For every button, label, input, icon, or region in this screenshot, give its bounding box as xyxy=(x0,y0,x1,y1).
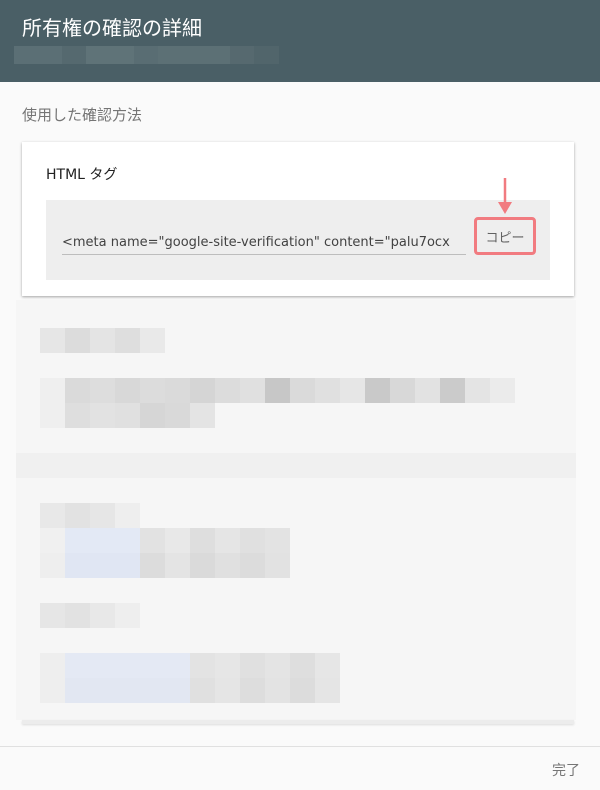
card-bottom-edge xyxy=(22,720,574,724)
done-button[interactable]: 完了 xyxy=(552,760,580,780)
meta-tag-code[interactable]: <meta name="google-site-verification" co… xyxy=(62,233,466,255)
html-tag-card: HTML タグ <meta name="google-site-verifica… xyxy=(22,142,574,296)
dialog-title: 所有権の確認の詳細 xyxy=(22,16,202,40)
dialog-header: 所有権の確認の詳細 xyxy=(0,0,600,82)
verification-method-label: 使用した確認方法 xyxy=(22,106,143,124)
footer-divider xyxy=(0,746,600,747)
header-subtitle-redacted xyxy=(14,46,279,64)
meta-tag-box: <meta name="google-site-verification" co… xyxy=(46,200,550,280)
copy-button[interactable]: コピー xyxy=(474,217,536,255)
html-tag-title: HTML タグ xyxy=(46,167,118,183)
annotation-arrow-icon xyxy=(498,178,512,214)
redacted-content xyxy=(16,300,576,720)
